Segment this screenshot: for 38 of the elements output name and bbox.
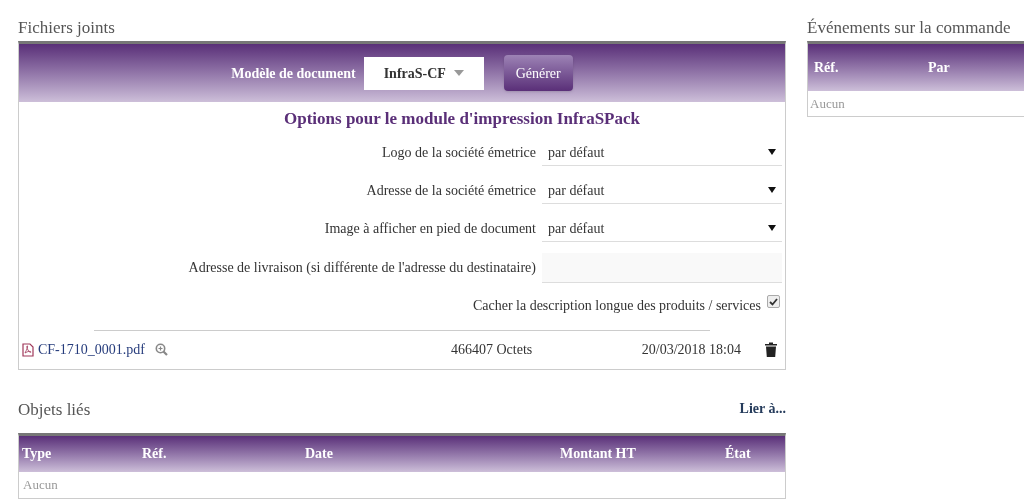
checkbox[interactable] bbox=[767, 295, 780, 308]
options-title: Options pour le module d'impression InfraSPack bbox=[284, 108, 640, 130]
link-to-link[interactable]: Lier à... bbox=[739, 397, 786, 419]
dropdown-arrow-icon bbox=[453, 70, 464, 76]
file-size: 466407 Octets bbox=[451, 341, 534, 359]
option-label: Cacher la description longue des produits / services bbox=[472, 297, 761, 315]
dropdown-arrow-icon bbox=[768, 149, 776, 155]
column-header: État bbox=[725, 444, 752, 463]
column-header: Date bbox=[305, 445, 334, 463]
column-header: Type bbox=[21, 445, 53, 463]
zoom-in-icon[interactable] bbox=[154, 343, 168, 356]
input-field[interactable] bbox=[542, 252, 782, 283]
column-header: Par bbox=[928, 59, 951, 77]
option-label: Image à afficher en pied de document bbox=[324, 220, 536, 238]
empty-message: Aucun bbox=[23, 475, 58, 494]
file-date: 20/03/2018 18:04 bbox=[640, 341, 741, 359]
field-label: Modèle de document bbox=[231, 64, 356, 83]
option-select[interactable]: par défaut bbox=[542, 177, 782, 204]
option-label: Logo de la société émetrice bbox=[382, 144, 536, 162]
pdf-file-icon bbox=[22, 342, 34, 357]
column-header: Réf. bbox=[142, 445, 168, 463]
trash-icon[interactable] bbox=[765, 342, 777, 357]
checkmark-icon bbox=[769, 297, 778, 306]
dropdown-arrow-icon bbox=[768, 225, 776, 231]
file-link[interactable]: CF-1710_0001.pdf bbox=[38, 339, 145, 360]
empty-message: Aucun bbox=[810, 94, 845, 113]
column-header: Montant HT bbox=[560, 445, 637, 463]
section-title: Fichiers joints bbox=[18, 17, 116, 39]
option-select[interactable]: par défaut bbox=[542, 139, 782, 166]
column-header: Réf. bbox=[813, 59, 840, 77]
section-title: Objets liés bbox=[18, 399, 91, 421]
section-title: Événements sur la commande bbox=[807, 17, 1012, 39]
option-label: Adresse de livraison (si différente de l'adresse du destinataire) bbox=[188, 259, 536, 277]
dropdown-arrow-icon bbox=[768, 187, 776, 193]
option-label: Adresse de la société émetrice bbox=[366, 182, 536, 200]
option-select[interactable]: par défaut bbox=[542, 215, 782, 242]
model-select[interactable]: InfraS-CF bbox=[363, 56, 484, 90]
generate-button[interactable]: Générer bbox=[503, 55, 573, 91]
